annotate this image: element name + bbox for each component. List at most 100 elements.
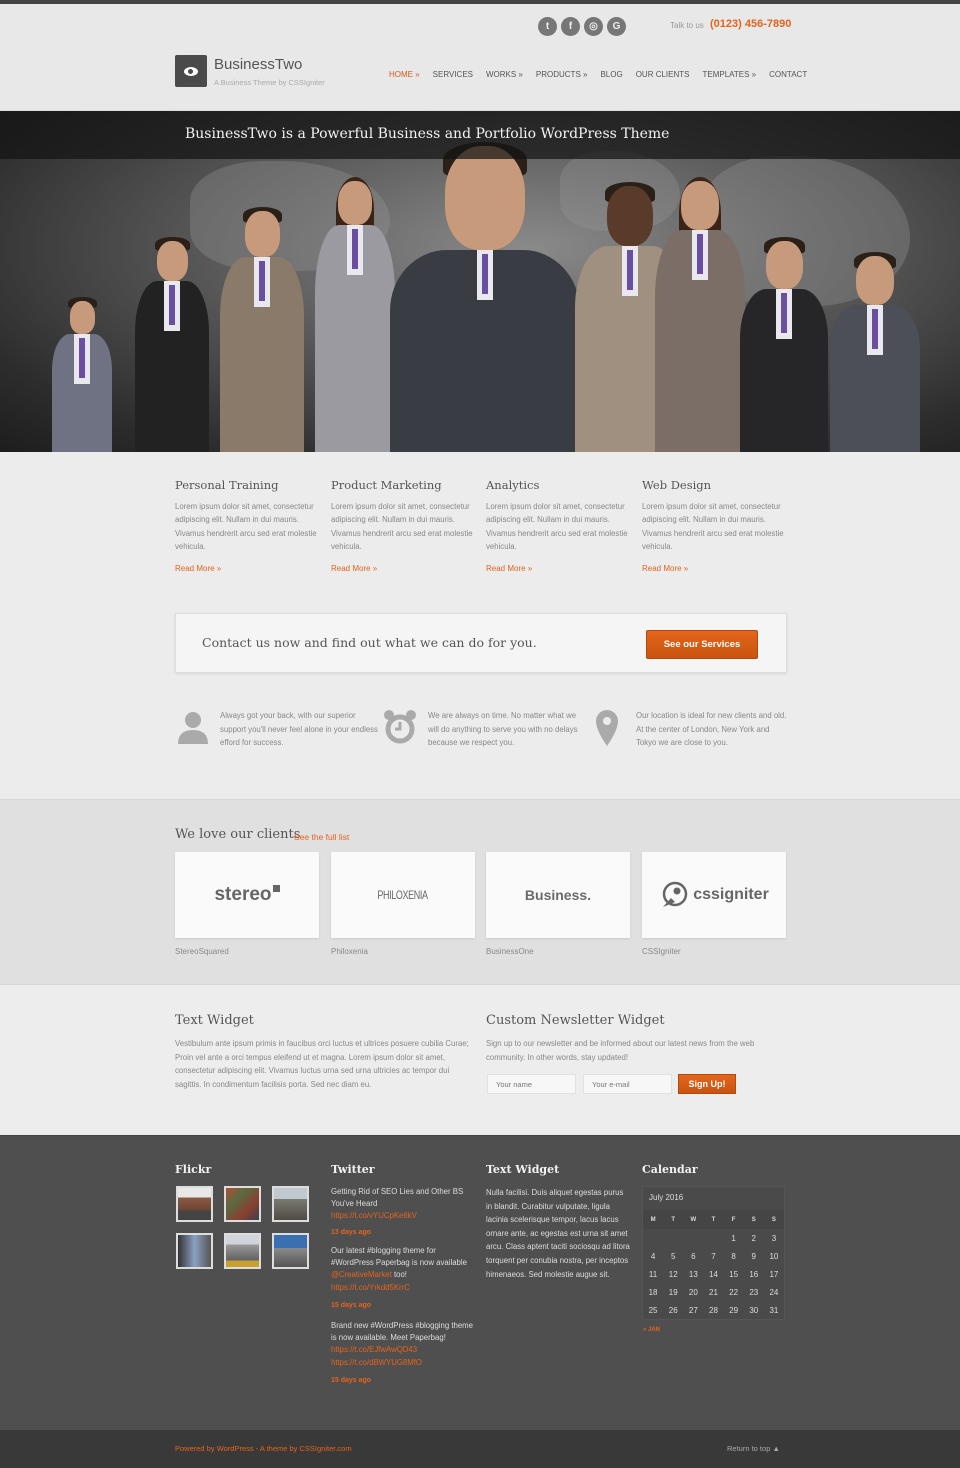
calendar-day: 10 — [769, 1251, 779, 1261]
flickr-thumb[interactable] — [272, 1186, 309, 1222]
talk-label: Talk to us — [670, 21, 704, 30]
client-name: CSSIgniter — [642, 947, 681, 956]
feature-text: Always got your back, with our superior … — [220, 711, 378, 747]
read-more-link[interactable]: Read More » — [642, 564, 787, 573]
calendar-day-header: S — [743, 1210, 764, 1229]
tweet-link[interactable]: https://t.co/EJfwAwQD43 — [331, 1345, 417, 1354]
tweet-age[interactable]: 13 days ago — [331, 1227, 476, 1239]
facebook-icon[interactable]: f — [561, 17, 580, 36]
hero-title: BusinessTwo is a Powerful Business and P… — [185, 126, 670, 142]
service-text: Lorem ipsum dolor sit amet, consectetur … — [642, 502, 784, 552]
newsletter-email-input[interactable] — [583, 1074, 672, 1094]
flickr-thumb[interactable] — [176, 1186, 213, 1222]
calendar-week: 1 2 3 — [643, 1229, 784, 1247]
see-services-button[interactable]: See our Services — [646, 630, 758, 659]
client-name: StereoSquared — [175, 947, 229, 956]
feature-text: Our location is ideal for new clients an… — [636, 711, 787, 747]
tweet-link[interactable]: https://t.co/vYUCpKe6kV — [331, 1210, 476, 1222]
nav-our-clients[interactable]: OUR CLIENTS — [636, 70, 690, 79]
eye-icon — [184, 66, 198, 76]
hero-slider[interactable]: BusinessTwo is a Powerful Business and P… — [0, 111, 960, 452]
service-text: Lorem ipsum dolor sit amet, consectetur … — [175, 502, 317, 552]
calendar-day: 14 — [709, 1269, 718, 1279]
calendar-title: Calendar — [642, 1163, 698, 1176]
team-member — [740, 237, 828, 452]
read-more-link[interactable]: Read More » — [331, 564, 476, 573]
flickr-thumb[interactable] — [272, 1233, 309, 1269]
instagram-icon[interactable]: ◎ — [584, 17, 603, 36]
team-member — [390, 142, 580, 452]
tweet-link[interactable]: https://t.co/dBWYUG8MfO — [331, 1357, 476, 1369]
service-item: Product Marketing Lorem ipsum dolor sit … — [331, 478, 476, 573]
calendar-day: 28 — [709, 1305, 718, 1315]
footer-text-widget-body: Nulla facilisi. Duis aliquet egestas pur… — [486, 1188, 630, 1279]
calendar-day: 7 — [711, 1251, 716, 1261]
cta-text: Contact us now and find out what we can … — [202, 635, 537, 650]
read-more-link[interactable]: Read More » — [486, 564, 631, 573]
client-logo-cssigniter[interactable]: cssigniter — [642, 852, 786, 938]
client-name: Philoxenia — [331, 947, 368, 956]
nav-home[interactable]: HOME » — [389, 70, 420, 79]
tweet-age[interactable]: 15 days ago — [331, 1300, 476, 1312]
clients-title: We love our clients — [175, 827, 301, 842]
phone-number[interactable]: (0123) 456-7890 — [710, 18, 791, 30]
client-name: BusinessOne — [486, 947, 534, 956]
client-logo-stereo[interactable]: stereo — [175, 852, 319, 938]
newsletter-name-input[interactable] — [487, 1074, 576, 1094]
main-nav: HOME » SERVICES WORKS » PRODUCTS » BLOG … — [389, 70, 807, 79]
alarm-clock-icon — [384, 710, 416, 744]
twitter-icon[interactable]: t — [538, 17, 557, 36]
calendar-day: 17 — [769, 1269, 779, 1279]
calendar-caption: July 2016 — [649, 1193, 684, 1202]
social-icons: t f ◎ G — [538, 17, 626, 36]
calendar-day: 21 — [709, 1287, 718, 1297]
calendar-day: 1 — [731, 1233, 736, 1243]
calendar-day: 16 — [749, 1269, 759, 1279]
tweet-text: Our latest #blogging theme for #WordPres… — [331, 1246, 467, 1267]
flickr-thumb[interactable] — [224, 1186, 261, 1222]
text-widget-body: Vestibulum ante ipsum primis in faucibus… — [175, 1039, 469, 1089]
nav-services[interactable]: SERVICES — [433, 70, 473, 79]
sign-up-button[interactable]: Sign Up! — [678, 1074, 736, 1094]
service-title: Analytics — [486, 478, 540, 492]
tweet: Getting Rid of SEO Lies and Other BS You… — [331, 1186, 476, 1239]
calendar-day: 2 — [751, 1233, 756, 1243]
calendar-day: 24 — [769, 1287, 779, 1297]
team-member — [315, 177, 395, 452]
nav-blog[interactable]: BLOG — [600, 70, 622, 79]
return-to-top-link[interactable]: Return to top ▲ — [727, 1444, 780, 1453]
read-more-link[interactable]: Read More » — [175, 564, 320, 573]
tweet-link[interactable]: https://t.co/Yrkdd5KrrC — [331, 1282, 476, 1294]
site-header: t f ◎ G Talk to us (0123) 456-7890 Busin… — [0, 4, 960, 111]
google-icon[interactable]: G — [607, 17, 626, 36]
nav-products[interactable]: PRODUCTS » — [536, 70, 588, 79]
site-title[interactable]: BusinessTwo — [214, 56, 302, 73]
calendar-day: 27 — [688, 1305, 698, 1315]
flickr-thumb[interactable] — [176, 1233, 213, 1269]
team-member — [52, 297, 112, 452]
credits-link[interactable]: Powered by WordPress - A theme by CSSIgn… — [175, 1444, 352, 1453]
flickr-thumb[interactable] — [224, 1233, 261, 1269]
nav-works[interactable]: WORKS » — [486, 70, 523, 79]
calendar-day: 12 — [668, 1269, 678, 1279]
calendar-day: 11 — [648, 1269, 658, 1279]
site-tagline: A Business Theme by CSSIgniter — [214, 78, 325, 87]
calendar-day: 20 — [688, 1287, 698, 1297]
tweet: Our latest #blogging theme for #WordPres… — [331, 1245, 476, 1312]
tweet-mention[interactable]: @CreativeMarket — [331, 1270, 392, 1279]
footer-text-widget-title: Text Widget — [486, 1163, 560, 1176]
tweet-age[interactable]: 15 days ago — [331, 1375, 476, 1387]
calendar-day: 18 — [648, 1287, 658, 1297]
nav-contact[interactable]: CONTACT — [769, 70, 807, 79]
feature-text: We are always on time. No matter what we… — [428, 711, 578, 747]
client-logo-business[interactable]: Business. — [486, 852, 630, 938]
client-logo-philoxenia[interactable]: PHILOXENIA — [331, 852, 475, 938]
calendar-week: 4 5 6 7 8 9 10 — [643, 1247, 784, 1265]
logo-mark[interactable] — [175, 55, 207, 87]
flickr-title: Flickr — [175, 1163, 212, 1176]
nav-templates[interactable]: TEMPLATES » — [702, 70, 756, 79]
text-widget-title: Text Widget — [175, 1013, 254, 1028]
calendar-prev-link[interactable]: « JAN — [643, 1327, 660, 1333]
twitter-title: Twitter — [331, 1163, 375, 1176]
see-full-list-link[interactable]: See the full list — [294, 832, 349, 842]
